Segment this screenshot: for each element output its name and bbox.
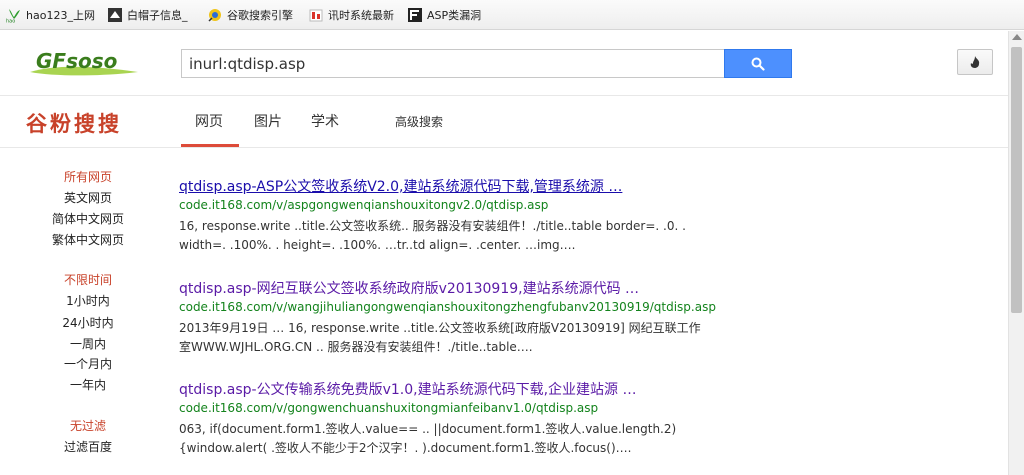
filter-24hours[interactable]: 24小时内 [0,314,176,331]
fire-icon [970,56,980,68]
snippet-line: 16, response.write ..title.公文签收系统.. 服务器没… [179,219,686,233]
scroll-up-arrow-icon[interactable] [1012,34,1022,40]
snippet-line: {window.alert( .签收人不能少于2个汉字！. ).document… [179,441,632,455]
filter-no-filter[interactable]: 无过滤 [0,417,176,434]
bookmark-google-search[interactable]: 谷歌搜索引擎 [207,7,297,23]
bookmark-label: ASP类漏洞 [427,9,482,22]
search-result: qtdisp.asp-公文传输系统免费版v1.0,建站系统源代码下载,企业建站源… [179,380,739,458]
scrollbar-thumb[interactable] [1011,47,1022,313]
filter-baidu[interactable]: 过滤百度 [0,438,176,455]
result-snippet: 063, if(document.form1.签收人.value== .. ||… [179,420,739,458]
gfsoso-logo[interactable]: GFsoso [26,44,142,78]
snippet-line: 063, if(document.form1.签收人.value== .. ||… [179,422,677,436]
bookmark-label: hao123_上网 [26,9,95,22]
page-scrollbar[interactable] [1008,31,1024,475]
search-icon [751,57,765,71]
bookmark-label: 谷歌搜索引擎 [227,9,293,22]
xunshi-icon [309,9,323,22]
result-url: code.it168.com/v/wangjihuliangongwenqian… [179,300,716,314]
result-title-link[interactable]: qtdisp.asp-ASP公文签收系统V2.0,建站系统源代码下载,管理系统源… [179,177,739,197]
tab-scholar[interactable]: 学术 [311,111,339,131]
result-snippet: 16, response.write ..title.公文签收系统.. 服务器没… [179,217,739,255]
bookmark-xunshi[interactable]: 讯时系统最新 [308,7,396,23]
nav-bar: 谷粉搜搜 网页 图片 学术 高级搜索 [0,95,1008,148]
result-url: code.it168.com/v/gongwenchuanshuxitongmi… [179,401,599,415]
bookmarks-bar: hao hao123_上网 白帽子信息_ 谷歌搜索引擎 讯时系统最新 ASP类漏… [0,0,1024,30]
search-header: GFsoso [0,31,1008,95]
filter-1hour[interactable]: 1小时内 [0,292,176,309]
search-result: qtdisp.asp-网纪互联公文签收系统政府版v20130919,建站系统源代… [179,279,739,357]
snippet-line: 室WWW.WJHL.ORG.CN .. 服务器没有安装组件！./title..t… [179,340,533,354]
advanced-search-link[interactable]: 高级搜索 [395,113,443,130]
search-input[interactable] [181,49,725,78]
result-snippet: 2013年9月19日 … 16, response.write ..title.… [179,319,739,357]
logo-text: GFsoso [36,49,118,73]
result-title-link[interactable]: qtdisp.asp-公文传输系统免费版v1.0,建站系统源代码下载,企业建站源… [179,380,739,400]
hot-button[interactable] [957,49,993,75]
snippet-line: 2013年9月19日 … 16, response.write ..title.… [179,321,701,335]
filter-month[interactable]: 一个月内 [0,355,176,372]
bookmark-whitehat[interactable]: 白帽子信息_ [107,7,197,23]
bookmark-label: 白帽子信息_ [127,9,188,22]
snippet-line: width=. .100%. . height=. .100%. …tr..td… [179,238,576,252]
tab-web[interactable]: 网页 [195,111,223,131]
bookmark-asp-vuln[interactable]: ASP类漏洞 [407,7,497,23]
bookmark-label: 讯时系统最新 [328,9,394,22]
bookmark-hao123[interactable]: hao hao123_上网 [6,7,98,23]
filter-week[interactable]: 一周内 [0,335,176,352]
google-search-icon [208,9,221,22]
active-tab-indicator [181,144,239,147]
whitehat-icon [108,8,122,22]
asp-vuln-icon [408,8,422,22]
filter-english[interactable]: 英文网页 [0,189,176,206]
filter-year[interactable]: 一年内 [0,376,176,393]
search-result: qtdisp.asp-ASP公文签收系统V2.0,建站系统源代码下载,管理系统源… [179,177,739,255]
filter-traditional[interactable]: 繁体中文网页 [0,231,176,248]
svg-text:hao: hao [6,19,15,24]
filter-any-time[interactable]: 不限时间 [0,271,176,288]
result-url: code.it168.com/v/aspgongwenqianshouxiton… [179,198,549,212]
filter-all-pages[interactable]: 所有网页 [0,168,176,185]
brand-name[interactable]: 谷粉搜搜 [26,108,122,138]
search-button[interactable] [724,49,792,78]
tab-images[interactable]: 图片 [254,111,282,131]
hao123-icon: hao [6,9,20,24]
result-title-link[interactable]: qtdisp.asp-网纪互联公文签收系统政府版v20130919,建站系统源代… [179,279,739,299]
filter-simplified[interactable]: 简体中文网页 [0,210,176,227]
